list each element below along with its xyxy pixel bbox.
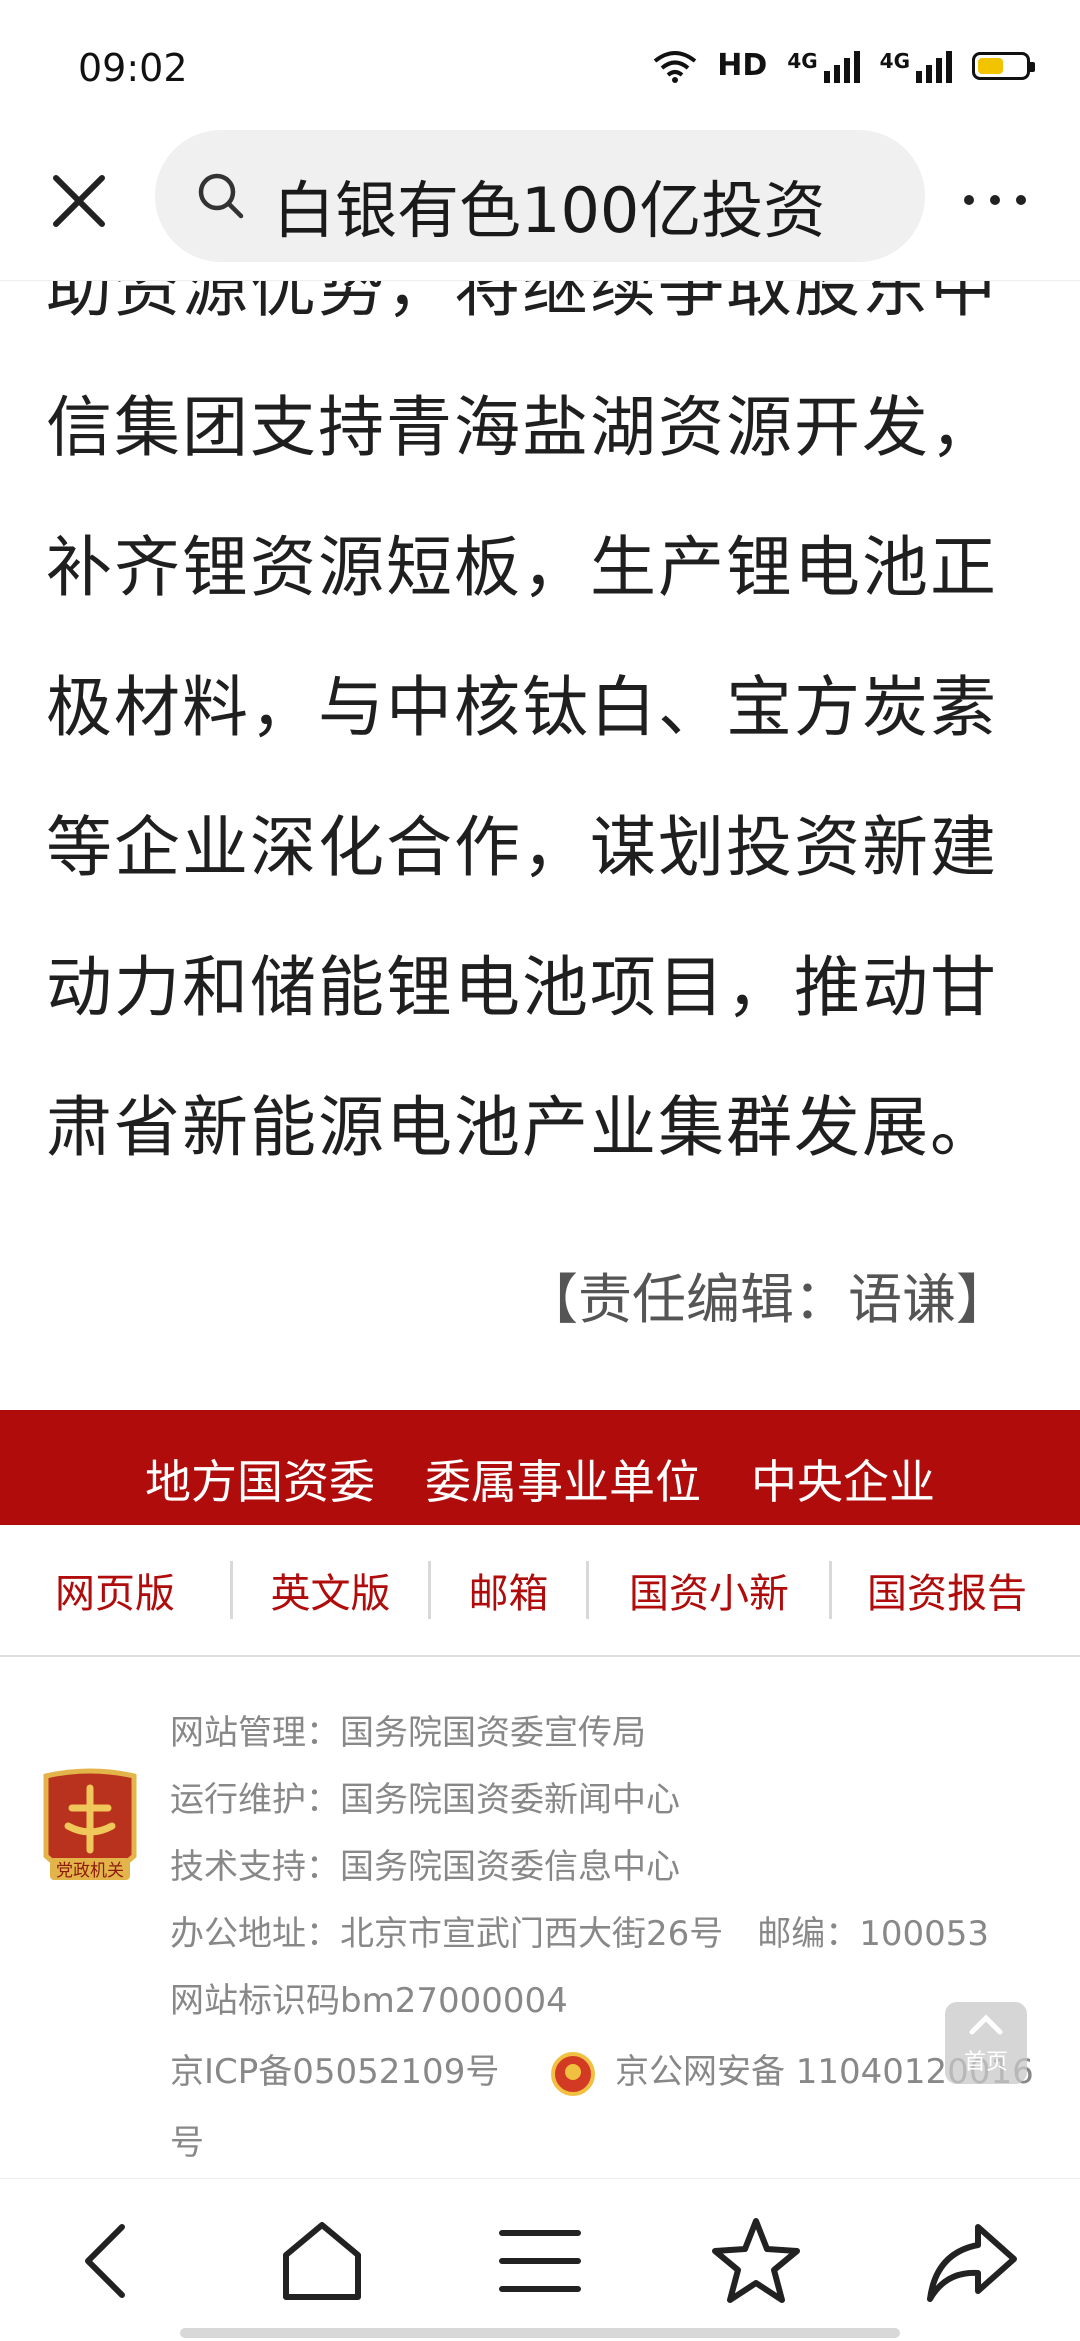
party-government-badge-icon[interactable]: 党政机关 [38,1768,142,1894]
footer-links: 网页版 英文版 邮箱 国资小新 国资报告 [0,1525,1080,1657]
svg-text:党政机关: 党政机关 [56,1861,124,1881]
signal-icon-2: 4G [880,49,952,83]
link-web-version[interactable]: 网页版 [0,1561,230,1619]
wifi-icon [654,50,697,83]
link-guozi-report[interactable]: 国资报告 [832,1561,1062,1619]
icp-license[interactable]: 京ICP备05052109号 [170,2052,499,2092]
chevron-up-icon [969,2014,1003,2035]
back-to-top-label: 首页 [963,2050,1008,2075]
browser-top-bar: 白银有色100亿投资 [0,130,1080,281]
site-maintenance: 运行维护：国务院国资委新闻中心 [170,1780,680,1820]
status-time: 09:02 [78,46,188,90]
status-bar: 09:02 HD 4G 4G [0,0,1080,130]
article-line: 等企业深化合作，谋划投资新建 [46,809,998,886]
police-record-suffix: 号 [170,2123,204,2163]
responsible-editor: 【责任编辑：语谦】 [524,1268,1010,1331]
back-to-top-button[interactable]: 首页 [945,2002,1027,2084]
hd-indicator: HD [717,48,768,83]
back-icon[interactable] [58,2211,158,2311]
link-english-version[interactable]: 英文版 [233,1561,428,1619]
police-emblem-icon [551,2051,596,2096]
more-options-icon[interactable] [955,170,1035,230]
close-icon[interactable] [44,166,114,236]
signal-icon-1: 4G [787,49,860,83]
site-info: 网站管理：国务院国资委宣传局 运行维护：国务院国资委新闻中心 技术支持：国务院国… [170,1700,1034,2177]
share-icon[interactable] [922,2211,1022,2311]
link-affiliated-units[interactable]: 委属事业单位 [425,1446,701,1512]
article-line: 极材料，与中核钛白、宝方炭素 [46,669,998,746]
link-central-enterprises[interactable]: 中央企业 [751,1446,935,1512]
search-bar[interactable]: 白银有色100亿投资 [155,130,925,262]
site-management: 网站管理：国务院国资委宣传局 [170,1713,646,1753]
star-bookmark-icon[interactable] [706,2211,806,2311]
article-text: 助资源优势，将继续争取股东中 信集团支持青海盐湖资源开发， 补齐锂资源短板，生产… [46,240,1046,1198]
search-query-text: 白银有色100亿投资 [273,174,826,247]
article-line: 动力和储能锂电池项目，推动甘 [46,949,998,1026]
home-icon[interactable] [272,2211,372,2311]
office-address: 办公地址：北京市宣武门西大街26号 邮编：100053 [170,1914,990,1954]
link-guozi-xiaoxin[interactable]: 国资小新 [589,1561,829,1619]
battery-icon [972,51,1035,80]
link-local-sasac[interactable]: 地方国资委 [145,1446,375,1512]
status-icons: HD 4G 4G [653,48,1035,83]
article-line: 信集团支持青海盐湖资源开发， [46,389,998,466]
link-mailbox[interactable]: 邮箱 [431,1561,586,1619]
site-tech-support: 技术支持：国务院国资委信息中心 [170,1847,680,1887]
article-line: 肃省新能源电池产业集群发展。 [46,1089,998,1166]
menu-icon[interactable] [490,2211,590,2311]
red-nav-band: 地方国资委 委属事业单位 中央企业 [0,1410,1080,1525]
license-row: 京ICP备05052109号 京公网安备 11040120016 [170,2035,1034,2110]
search-icon [198,173,244,219]
article-line: 补齐锂资源短板，生产锂电池正 [46,529,998,606]
site-id: 网站标识码bm27000004 [170,1981,568,2021]
home-indicator [180,2328,900,2338]
browser-bottom-nav [0,2178,1080,2341]
article-body: 助资源优势，将继续争取股东中 信集团支持青海盐湖资源开发， 补齐锂资源短板，生产… [0,240,1080,1410]
